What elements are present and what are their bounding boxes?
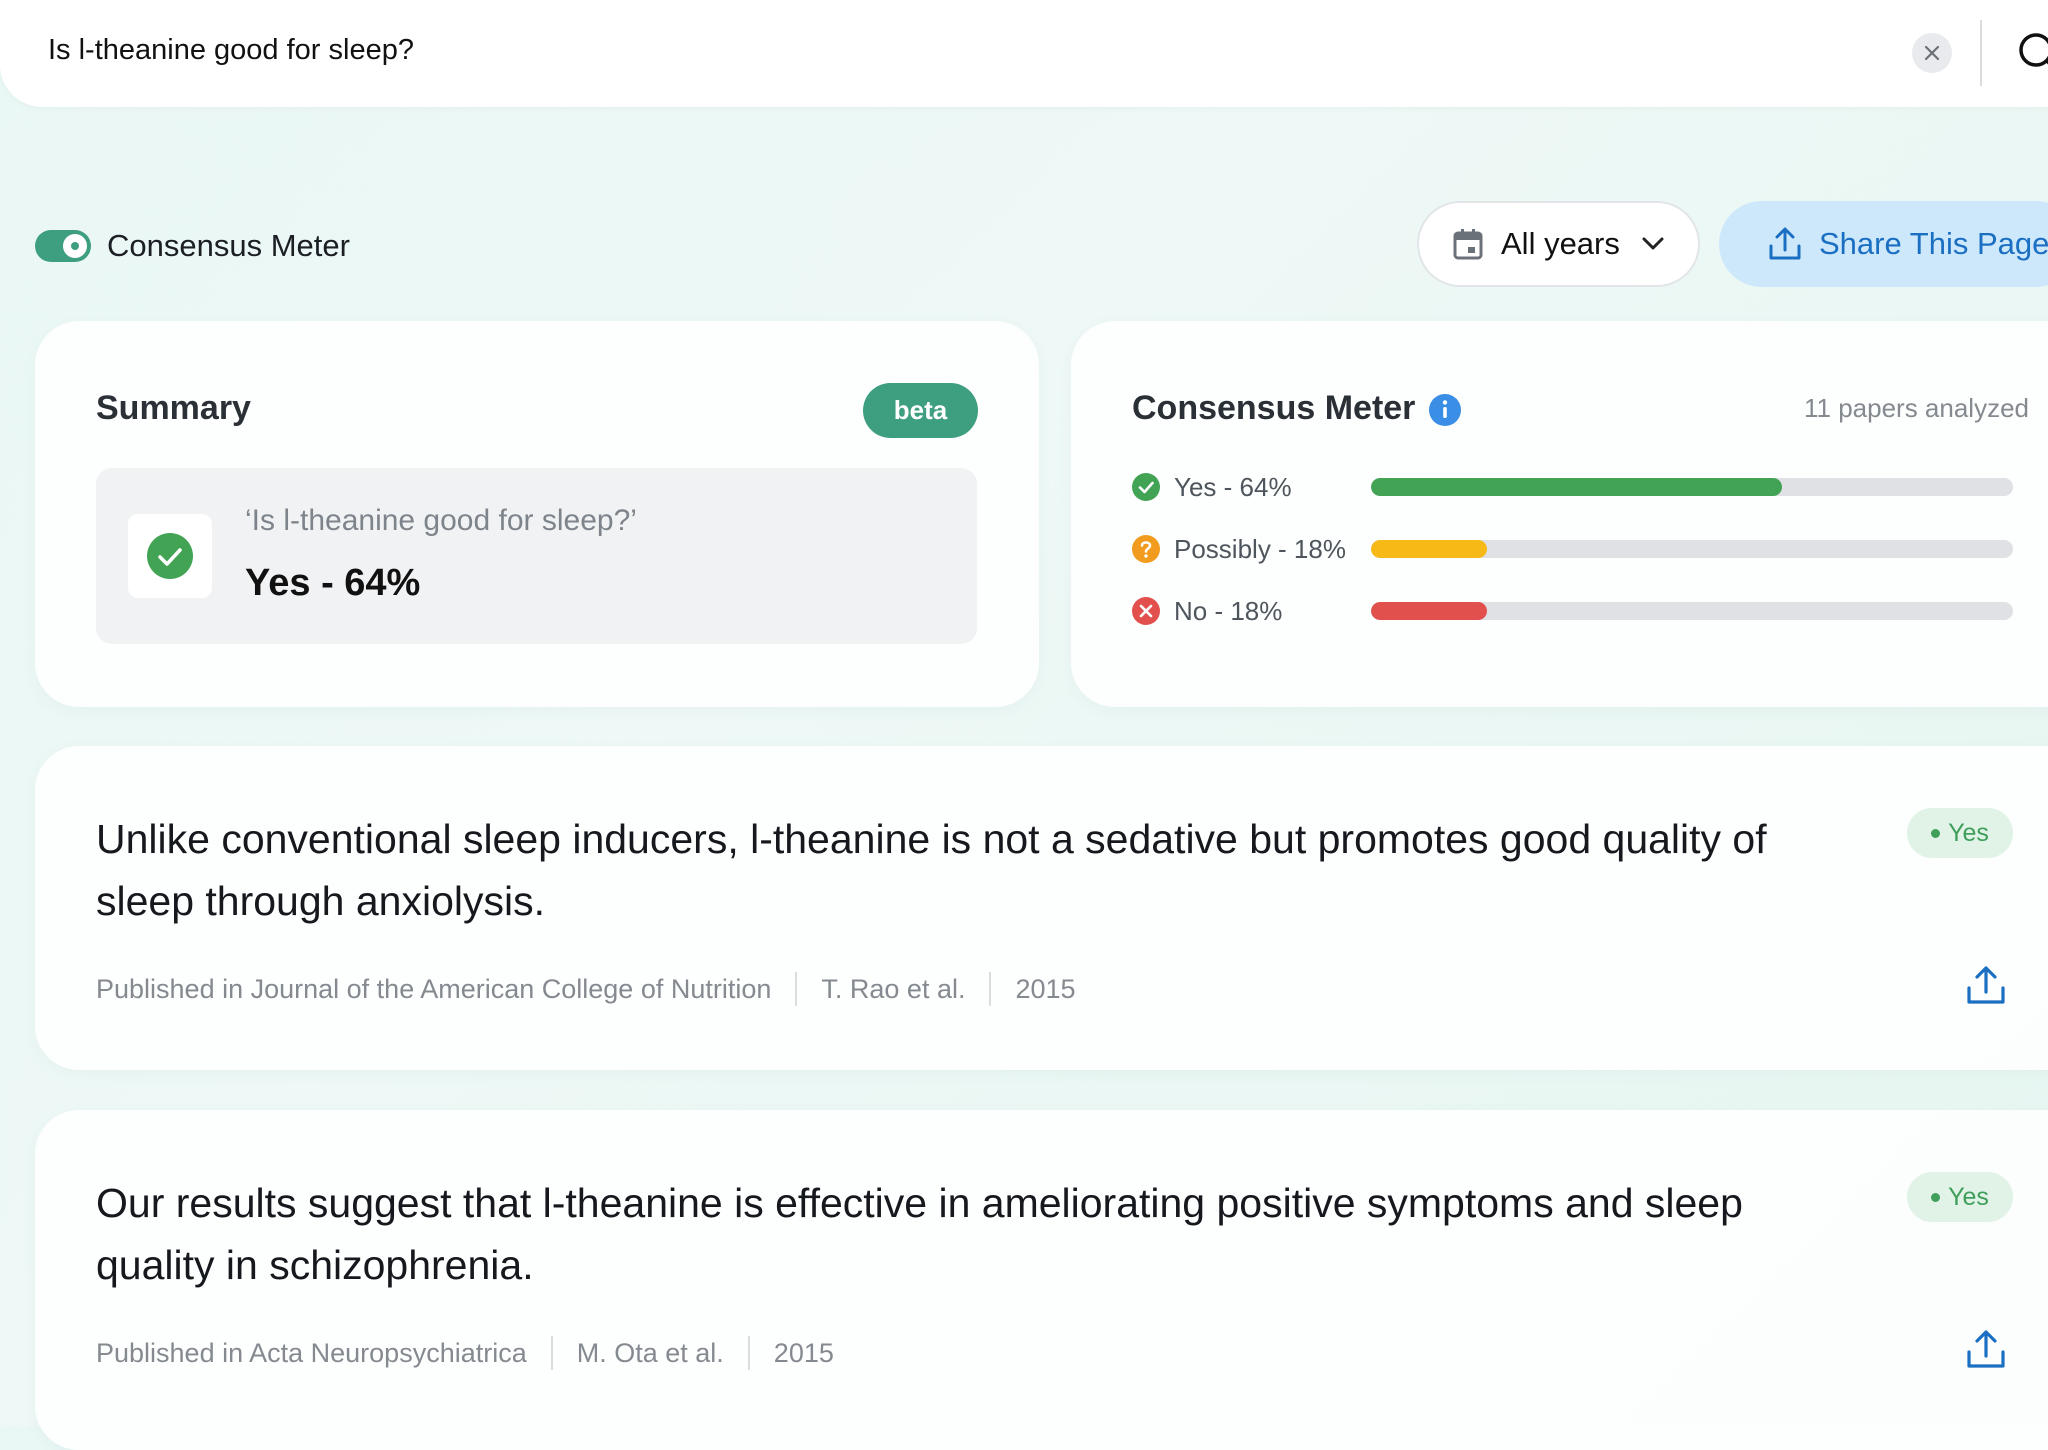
meter-bar-possibly (1371, 540, 2013, 558)
status-dot (1931, 1192, 1941, 1202)
toggle-label: Consensus Meter (107, 228, 350, 263)
meter-label-no: No - 18% (1174, 595, 1283, 626)
calendar-icon (1453, 229, 1483, 260)
result-card[interactable]: Unlike conventional sleep inducers, l-th… (35, 746, 2048, 1070)
search-bar: Is l-theanine good for sleep? (0, 0, 2048, 107)
result-card[interactable]: Our results suggest that l-theanine is e… (35, 1110, 2048, 1450)
chevron-down-icon (1642, 237, 1664, 250)
meta-divider (747, 1336, 750, 1370)
search-divider (1980, 20, 1982, 86)
years-filter-dropdown[interactable]: All years (1417, 201, 1700, 287)
meta-divider (989, 972, 992, 1006)
share-page-label: Share This Page (1819, 226, 2048, 261)
journal-name[interactable]: Published in Acta Neuropsychiatrica (96, 1338, 527, 1369)
authors: M. Ota et al. (576, 1337, 724, 1368)
summary-icon-box (128, 514, 212, 598)
meta-divider (795, 972, 798, 1006)
meter-bar-fill-possibly (1371, 540, 1487, 558)
meter-row-possibly: Possibly - 18% (1132, 529, 1346, 569)
close-icon (1924, 45, 1940, 61)
result-claim[interactable]: Unlike conventional sleep inducers, l-th… (96, 808, 1836, 932)
year: 2015 (1015, 973, 1076, 1004)
summary-card: Summary beta ‘Is l-theanine good for sle… (35, 321, 1039, 707)
consensus-meter-card: Consensus Meter 11 papers analyzed Yes -… (1071, 321, 2048, 707)
badge-label: Yes (1948, 1182, 1989, 1211)
summary-answer: Yes - 64% (245, 562, 421, 604)
yes-badge: Yes (1907, 1172, 2013, 1222)
consensus-meter-title: Consensus Meter (1132, 389, 1416, 427)
consensus-meter-toggle[interactable]: Consensus Meter (35, 228, 350, 264)
journal-name[interactable]: Published in Journal of the American Col… (96, 974, 771, 1005)
meter-row-yes: Yes - 64% (1132, 467, 1292, 507)
papers-analyzed-count: 11 papers analyzed (1803, 393, 2029, 423)
meter-bar-fill-yes (1371, 478, 1782, 496)
share-page-button[interactable]: Share This Page (1719, 201, 2048, 287)
meta-divider (550, 1336, 553, 1370)
summary-title: Summary (96, 389, 251, 427)
yes-badge: Yes (1907, 808, 2013, 858)
years-filter-label: All years (1501, 226, 1620, 261)
meter-bar-fill-no (1371, 602, 1487, 620)
status-dot (1931, 828, 1941, 838)
badge-label: Yes (1948, 818, 1989, 847)
search-icon (2019, 33, 2048, 67)
question-circle-icon (1132, 535, 1160, 563)
beta-badge: beta (863, 383, 978, 438)
meter-bar-yes (1371, 478, 2013, 496)
year: 2015 (773, 1337, 834, 1368)
authors: T. Rao et al. (821, 973, 966, 1004)
info-icon[interactable] (1429, 394, 1461, 426)
result-meta: Published in Journal of the American Col… (96, 972, 1076, 1006)
share-icon (1769, 227, 1801, 260)
check-circle-icon (147, 533, 193, 579)
summary-question: ‘Is l-theanine good for sleep?’ (245, 504, 637, 537)
x-circle-icon (1132, 597, 1160, 625)
result-claim[interactable]: Our results suggest that l-theanine is e… (96, 1172, 1836, 1296)
clear-search-button[interactable] (1912, 33, 1952, 73)
share-icon[interactable] (1965, 1328, 2007, 1370)
meter-label-possibly: Possibly - 18% (1174, 533, 1346, 564)
meter-label-yes: Yes - 64% (1174, 471, 1292, 502)
meter-row-no: No - 18% (1132, 591, 1282, 631)
meter-bar-no (1371, 602, 2013, 620)
check-circle-icon (1132, 473, 1160, 501)
summary-answer-box: ‘Is l-theanine good for sleep?’ Yes - 64… (96, 468, 977, 644)
search-button[interactable] (2014, 30, 2048, 74)
toggle-switch[interactable] (35, 230, 91, 262)
result-meta: Published in Acta Neuropsychiatrica M. O… (96, 1336, 834, 1370)
share-icon[interactable] (1965, 964, 2007, 1006)
search-input[interactable]: Is l-theanine good for sleep? (48, 34, 414, 67)
